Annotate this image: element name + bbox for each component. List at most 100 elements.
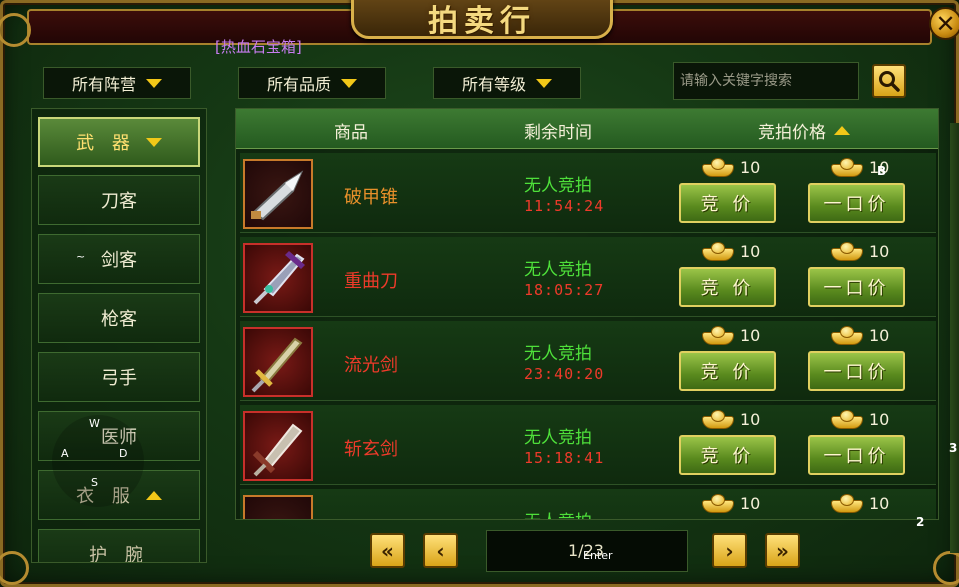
auction-window: 拍卖行 ✕ [热血石宝箱] 所有阵营 所有品质 所有等级 武 器 刀客 剑客: [0, 0, 959, 587]
table-row[interactable]: 无人竞拍 10 10: [240, 489, 936, 519]
item-thumbnail[interactable]: [243, 159, 313, 229]
column-header-price[interactable]: 竞拍价格: [758, 118, 850, 143]
gold-ingot-icon: [702, 241, 734, 261]
chevron-down-icon: [536, 78, 552, 88]
category-group-weapons[interactable]: 武 器: [38, 117, 200, 167]
buyout-price-value: 10: [869, 241, 890, 261]
bid-price-value: 10: [740, 241, 761, 261]
category-item-wrist[interactable]: 护 腕: [38, 529, 200, 562]
bid-price: 10: [702, 157, 760, 177]
buyout-price: 10: [831, 325, 889, 345]
table-row[interactable]: 破甲锥 无人竞拍 11:54:24 10 10 竞 价 一口价: [240, 153, 936, 233]
bid-button[interactable]: 竞 价: [679, 183, 776, 223]
item-thumbnail[interactable]: [243, 243, 313, 313]
bid-status: 无人竞拍: [524, 176, 592, 196]
quality-dropdown-label: 所有品质: [266, 75, 331, 94]
bid-price: 10: [702, 325, 760, 345]
gold-ingot-icon: [702, 157, 734, 177]
key-hint-a: A: [61, 447, 69, 460]
item-thumbnail[interactable]: [243, 327, 313, 397]
bid-button[interactable]: 竞 价: [679, 351, 776, 391]
bid-status: 无人竞拍: [524, 260, 592, 280]
category-item-label: 剑客: [101, 250, 137, 271]
buyout-button[interactable]: 一口价: [808, 183, 905, 223]
bid-price-value: 10: [740, 409, 761, 429]
buyout-button[interactable]: 一口价: [808, 351, 905, 391]
close-icon: ✕: [935, 9, 956, 38]
time-remaining: 23:40:20: [524, 365, 605, 383]
bid-status: 无人竞拍: [524, 507, 592, 519]
gold-ingot-icon: [831, 409, 863, 429]
gold-ingot-icon: [702, 325, 734, 345]
buyout-price: 10: [831, 409, 889, 429]
corner-ornament-bottom-right: [933, 551, 959, 585]
level-dropdown[interactable]: 所有等级: [433, 67, 581, 99]
last-page-button[interactable]: »: [765, 533, 800, 568]
bid-price: 10: [702, 409, 760, 429]
key-hint-b: B: [877, 164, 887, 178]
chevron-down-icon: [341, 78, 357, 88]
chevron-up-icon: [145, 490, 162, 500]
prev-page-button[interactable]: ‹: [423, 533, 458, 568]
category-item-sword[interactable]: 剑客: [38, 234, 200, 284]
category-group-weapons-label: 武 器: [76, 133, 136, 154]
chevron-down-icon: [145, 137, 162, 147]
sword-icon: [252, 423, 303, 477]
category-item-spear[interactable]: 枪客: [38, 293, 200, 343]
level-dropdown-label: 所有等级: [461, 75, 526, 94]
bid-price-value: 10: [740, 157, 761, 177]
bid-status: 无人竞拍: [524, 428, 592, 448]
time-remaining: 15:18:41: [524, 449, 605, 467]
quality-dropdown[interactable]: 所有品质: [238, 67, 386, 99]
search-icon: [879, 71, 900, 92]
key-hint-3: 3: [949, 441, 958, 455]
bid-status: 无人竞拍: [524, 344, 592, 364]
key-hint-d: D: [119, 447, 128, 460]
bid-button[interactable]: 竞 价: [679, 435, 776, 475]
gold-ingot-icon: [831, 493, 863, 513]
buyout-price: 10: [831, 493, 889, 513]
category-item-label: 刀客: [101, 191, 137, 212]
sort-ascending-icon: [834, 126, 850, 135]
search-input[interactable]: [673, 62, 859, 100]
right-edge-decoration: [950, 123, 959, 553]
next-page-button[interactable]: ›: [712, 533, 747, 568]
column-header-item: 商品: [334, 123, 368, 143]
close-button[interactable]: ✕: [929, 7, 959, 40]
sword-icon: [251, 337, 303, 393]
table-row[interactable]: 斩玄剑 无人竞拍 15:18:41 10 10 竞 价 一口价: [240, 405, 936, 485]
category-item-blade[interactable]: 刀客: [38, 175, 200, 225]
category-item-archer[interactable]: 弓手: [38, 352, 200, 402]
bid-button[interactable]: 竞 价: [679, 267, 776, 307]
treasure-chest-link[interactable]: [热血石宝箱]: [215, 36, 302, 57]
item-name: 流光剑: [344, 355, 398, 376]
key-hint-2: 2: [916, 515, 925, 529]
category-item-label: 弓手: [101, 368, 137, 389]
item-thumbnail[interactable]: [243, 495, 313, 519]
title-plate: 拍卖行: [351, 0, 613, 39]
item-name: 重曲刀: [344, 271, 398, 292]
key-hint-s: S: [91, 476, 98, 489]
buyout-price-value: 10: [869, 325, 890, 345]
key-hint-tilde: ~: [76, 250, 86, 263]
bid-price-value: 10: [740, 325, 761, 345]
time-remaining: 18:05:27: [524, 281, 605, 299]
key-hint-w: W: [89, 417, 100, 430]
buyout-button[interactable]: 一口价: [808, 267, 905, 307]
first-page-button[interactable]: «: [370, 533, 405, 568]
auction-list: 商品 剩余时间 竞拍价格 破甲锥 无人竞拍 11:54:24 10 10 竞 价…: [235, 108, 939, 520]
buyout-price-value: 10: [869, 409, 890, 429]
buyout-price-value: 10: [869, 493, 890, 513]
table-row[interactable]: 流光剑 无人竞拍 23:40:20 10 10 竞 价 一口价: [240, 321, 936, 401]
faction-dropdown[interactable]: 所有阵营: [43, 67, 191, 99]
item-name: 破甲锥: [344, 187, 398, 208]
bid-price: 10: [702, 493, 760, 513]
buyout-button[interactable]: 一口价: [808, 435, 905, 475]
chevron-down-icon: [146, 78, 162, 88]
gold-ingot-icon: [831, 241, 863, 261]
gold-ingot-icon: [702, 409, 734, 429]
search-button[interactable]: [872, 64, 906, 98]
key-hint-enter: Enter: [583, 549, 613, 562]
item-thumbnail[interactable]: [243, 411, 313, 481]
table-row[interactable]: 重曲刀 无人竞拍 18:05:27 10 10 竞 价 一口价: [240, 237, 936, 317]
